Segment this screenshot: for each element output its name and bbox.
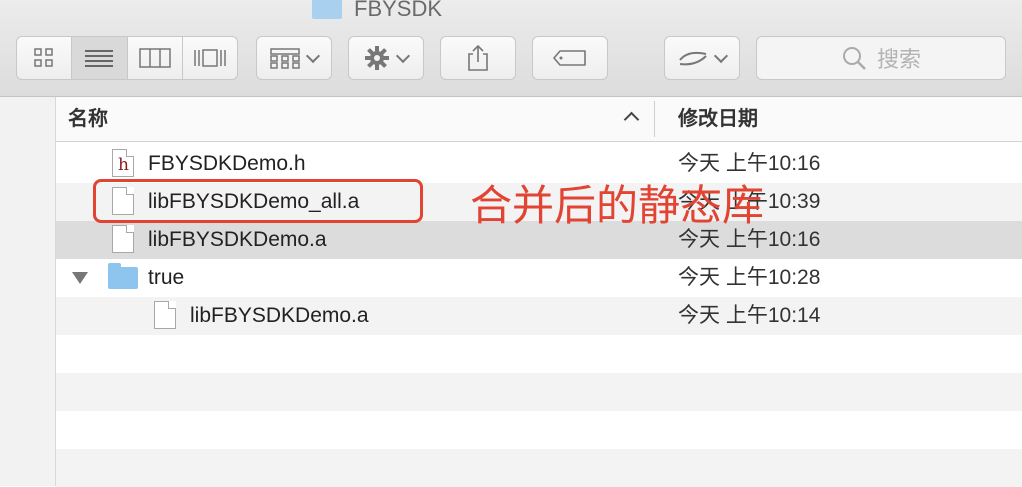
empty-row [56,373,1022,411]
file-row[interactable]: libFBYSDKDemo.a 今天 上午10:14 [56,297,1022,335]
column-view-button[interactable] [128,37,183,79]
dropbox-button[interactable] [664,36,740,80]
sidebar [0,97,56,486]
list-icon [85,50,114,67]
document-icon [154,301,176,329]
file-name: libFBYSDKDemo.a [190,304,369,327]
file-name: FBYSDKDemo.h [148,152,306,175]
folder-name: true [148,266,185,289]
annotation-label: 合并后的静态库 [470,181,765,230]
search-field[interactable]: 搜索 [756,36,1006,80]
date-modified-column-header[interactable]: 修改日期 [678,97,758,141]
folder-row[interactable]: true 今天 上午10:28 [56,259,1022,297]
chevron-down-icon [713,48,729,64]
gear-icon [365,46,389,70]
grid-icon [34,48,53,67]
empty-row [56,449,1022,487]
search-icon [842,47,866,70]
search-placeholder: 搜索 [876,47,921,72]
chevron-down-icon [395,48,411,64]
arrange-button[interactable] [256,36,332,80]
icon-view-button[interactable] [17,37,73,79]
folder-icon [312,0,342,19]
toolbar: FBYSDK 搜索 [0,0,1022,97]
disclosure-triangle-icon[interactable] [72,272,88,284]
cover-flow-view-button[interactable] [183,37,237,79]
share-icon [468,44,488,71]
sort-ascending-icon [623,111,640,128]
view-mode-control [16,36,238,80]
annotation-highlight-box [93,179,423,223]
column-header: 名称 修改日期 [56,97,1022,142]
tags-button[interactable] [532,36,608,80]
cover-flow-icon [194,49,226,67]
file-date: 今天 上午10:28 [678,266,821,289]
file-date: 今天 上午10:14 [678,304,821,327]
file-name: libFBYSDKDemo.a [148,228,327,251]
window-title: FBYSDK [312,0,442,22]
column-divider[interactable] [654,101,655,137]
arrange-icon [270,48,300,69]
name-column-header[interactable]: 名称 [68,97,108,141]
share-button[interactable] [440,36,516,80]
folder-icon [108,263,138,289]
empty-row [56,335,1022,373]
document-icon [112,225,134,253]
empty-row [56,411,1022,449]
chevron-down-icon [305,48,321,64]
action-button[interactable] [348,36,424,80]
window-title-text: FBYSDK [354,0,443,21]
columns-icon [138,48,171,68]
sync-icon [679,51,707,66]
header-file-icon: h [112,149,134,177]
tag-icon [553,50,586,66]
list-view-button[interactable] [72,37,128,79]
